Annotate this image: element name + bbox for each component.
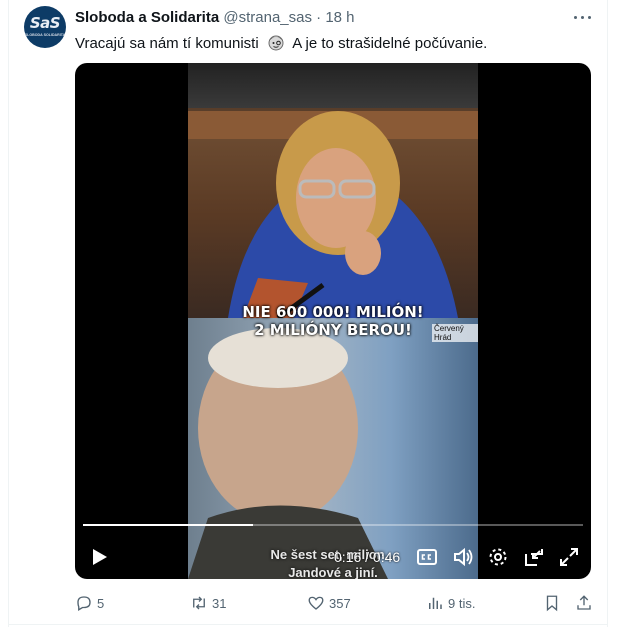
more-options-button[interactable] [572, 10, 594, 26]
avatar-subtitle: SLOBODA SOLIDARITA [24, 33, 66, 37]
video-lower-third: Červený Hrád [432, 324, 478, 342]
tweet-text: Vracajú sa nám tí komunisti A je to stra… [75, 33, 487, 52]
reply-button[interactable]: 5 [75, 592, 104, 614]
post-time[interactable]: 18 h [325, 9, 354, 26]
video-scene-interview [188, 318, 478, 579]
tweet-text-before: Vracajú sa nám tí komunisti [75, 35, 259, 52]
reply-count: 5 [97, 595, 105, 611]
volume-button[interactable] [451, 545, 475, 569]
picture-in-picture-button[interactable] [522, 545, 546, 569]
more-icon-dot [588, 16, 591, 19]
author-handle[interactable]: @strana_sas [223, 9, 312, 26]
fullscreen-button[interactable] [557, 545, 581, 569]
video-scene-parliament [188, 63, 478, 318]
card-border-right [607, 0, 608, 627]
captions-icon [417, 549, 437, 565]
settings-button[interactable] [486, 545, 510, 569]
bookmark-icon [546, 595, 558, 612]
tweet-actions: 5 31 357 9 tis. [75, 592, 595, 614]
bookmark-button[interactable] [543, 592, 565, 614]
picture-in-picture-icon [525, 549, 543, 566]
retweet-icon [193, 596, 205, 610]
card-border-left [8, 0, 9, 627]
play-button[interactable] [87, 545, 111, 569]
more-icon-dot [581, 16, 584, 19]
view-count: 9 tis. [448, 595, 476, 611]
video-interviewee-figure [188, 328, 388, 579]
share-icon [577, 595, 591, 610]
avatar[interactable]: SaS SLOBODA SOLIDARITA [24, 6, 66, 48]
retweet-count: 31 [212, 595, 227, 611]
gear-icon [489, 548, 507, 566]
share-button[interactable] [575, 592, 597, 614]
expand-icon [560, 548, 578, 566]
video-speaker-figure [228, 111, 458, 318]
card-border-bottom [8, 624, 608, 625]
video-frame[interactable]: NIE 600 000! MILIÓN! 2 MILIÓNY BEROU! Če… [188, 63, 478, 579]
video-caption-line-1: NIE 600 000! MILIÓN! [242, 303, 424, 321]
views-button[interactable]: 9 tis. [426, 592, 475, 614]
tweet-header: Sloboda a Solidarita @strana_sas · 18 h [75, 9, 355, 26]
video-time: 0:16 / 0:46 [334, 549, 401, 565]
captions-button[interactable] [415, 545, 439, 569]
analytics-icon [429, 597, 442, 609]
video-progress-fill [83, 524, 253, 526]
face-with-monocle-icon [268, 35, 284, 51]
author-name[interactable]: Sloboda a Solidarita [75, 9, 219, 26]
tweet-text-after: A je to strašidelné počúvanie. [292, 35, 488, 52]
play-icon [93, 549, 107, 565]
heart-icon [308, 596, 324, 610]
retweet-button[interactable]: 31 [190, 592, 226, 614]
volume-icon [454, 547, 473, 567]
like-button[interactable]: 357 [307, 592, 351, 614]
more-icon-dot [574, 16, 577, 19]
video-player[interactable]: NIE 600 000! MILIÓN! 2 MILIÓNY BEROU! Če… [75, 63, 591, 579]
video-progress-bar[interactable] [83, 524, 583, 526]
like-count: 357 [329, 595, 351, 611]
reply-icon [77, 596, 91, 611]
header-separator: · [316, 9, 322, 26]
avatar-logo: SaS [29, 14, 61, 32]
